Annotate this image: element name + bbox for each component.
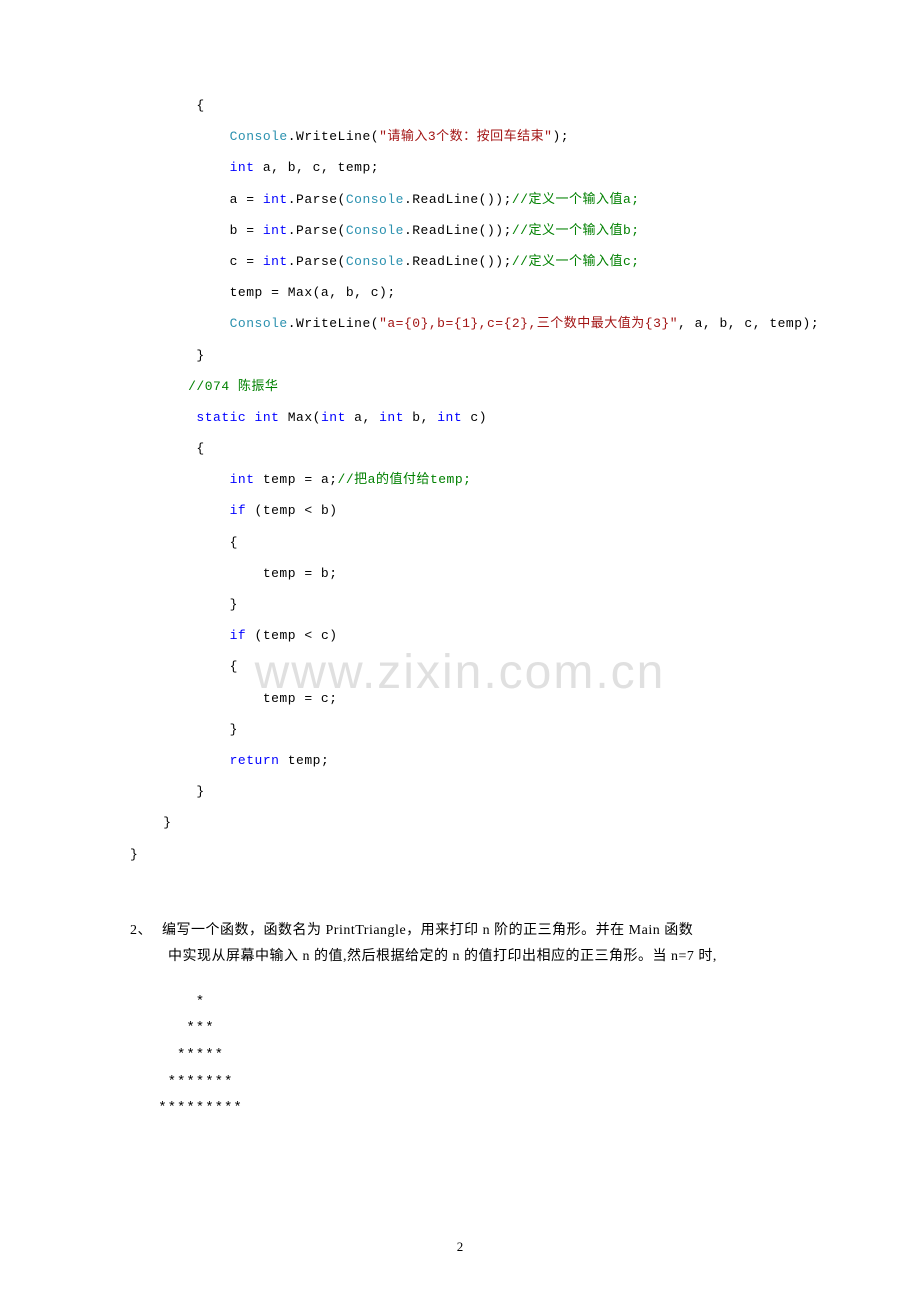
code-text: }: [130, 348, 205, 363]
code-text: [130, 129, 230, 144]
code-text: .WriteLine(: [288, 316, 379, 331]
code-text: c): [462, 410, 487, 425]
code-text: [130, 379, 188, 394]
code-keyword: static: [196, 410, 246, 425]
code-text: }: [130, 597, 238, 612]
code-string: "a={0},b={1},c={2},三个数中最大值为{3}": [379, 316, 678, 331]
code-text: (temp < b): [246, 503, 337, 518]
code-block: { Console.WriteLine("请输入3个数：按回车结束"); int…: [130, 90, 790, 870]
code-comment: //定义一个输入值a;: [512, 192, 640, 207]
code-text: [246, 410, 254, 425]
code-text: }: [130, 847, 138, 862]
code-keyword: if: [230, 628, 247, 643]
code-text: {: [130, 659, 238, 674]
page-number: 2: [457, 1231, 464, 1262]
code-keyword: int: [437, 410, 462, 425]
code-keyword: if: [230, 503, 247, 518]
triangle-row: ***: [130, 1020, 215, 1036]
code-keyword: int: [255, 410, 280, 425]
code-text: }: [130, 722, 238, 737]
code-text: .Parse(: [288, 254, 346, 269]
question-block: 2、编写一个函数，函数名为 PrintTriangle，用来打印 n 阶的正三角…: [130, 918, 790, 971]
code-comment: //定义一个输入值b;: [512, 223, 640, 238]
code-keyword: int: [321, 410, 346, 425]
code-class: Console: [346, 254, 404, 269]
code-text: [130, 316, 230, 331]
code-text: .ReadLine());: [404, 254, 512, 269]
code-keyword: return: [230, 753, 280, 768]
code-keyword: int: [263, 223, 288, 238]
code-comment: //把a的值付给temp;: [338, 472, 472, 487]
code-keyword: int: [379, 410, 404, 425]
triangle-row: *******: [130, 1074, 233, 1090]
code-class: Console: [230, 129, 288, 144]
code-text: temp = b;: [130, 566, 338, 581]
code-text: .WriteLine(: [288, 129, 379, 144]
code-text: .Parse(: [288, 192, 346, 207]
code-text: [130, 628, 230, 643]
code-text: a,: [346, 410, 379, 425]
code-text: a, b, c, temp;: [255, 160, 380, 175]
code-text: temp = c;: [130, 691, 338, 706]
code-text: .Parse(: [288, 223, 346, 238]
code-class: Console: [346, 192, 404, 207]
code-keyword: int: [230, 472, 255, 487]
question-text-line1: 编写一个函数，函数名为 PrintTriangle，用来打印 n 阶的正三角形。…: [162, 923, 693, 938]
code-text: b,: [404, 410, 437, 425]
code-text: [130, 503, 230, 518]
code-text: temp;: [279, 753, 329, 768]
code-text: [130, 160, 230, 175]
code-text: temp = Max(a, b, c);: [130, 285, 396, 300]
question-number: 2、: [130, 918, 162, 945]
code-text: .ReadLine());: [404, 192, 512, 207]
code-text: temp = a;: [255, 472, 338, 487]
code-text: a =: [130, 192, 263, 207]
code-text: [130, 410, 196, 425]
code-text: , a, b, c, temp);: [678, 316, 819, 331]
code-keyword: int: [263, 254, 288, 269]
code-comment: //074 陈振华: [188, 379, 278, 394]
code-text: {: [130, 535, 238, 550]
triangle-row: *****: [130, 1047, 224, 1063]
triangle-row: *: [130, 994, 205, 1010]
question-text-line2: 中实现从屏幕中输入 n 的值,然后根据给定的 n 的值打印出相应的正三角形。当 …: [130, 944, 790, 971]
code-class: Console: [230, 316, 288, 331]
code-text: [130, 753, 230, 768]
code-text: }: [130, 815, 172, 830]
triangle-output: * *** ***** ******* *********: [130, 989, 790, 1122]
code-text: (temp < c): [246, 628, 337, 643]
code-keyword: int: [263, 192, 288, 207]
code-text: );: [552, 129, 569, 144]
triangle-row: *********: [130, 1100, 243, 1116]
code-text: Max(: [279, 410, 321, 425]
code-class: Console: [346, 223, 404, 238]
code-text: .ReadLine());: [404, 223, 512, 238]
code-text: c =: [130, 254, 263, 269]
page-content: { Console.WriteLine("请输入3个数：按回车结束"); int…: [130, 90, 790, 1122]
code-text: {: [130, 98, 205, 113]
code-text: b =: [130, 223, 263, 238]
code-string: "请输入3个数：按回车结束": [379, 129, 552, 144]
code-text: }: [130, 784, 205, 799]
code-comment: //定义一个输入值c;: [512, 254, 640, 269]
code-text: {: [130, 441, 205, 456]
code-text: [130, 472, 230, 487]
code-keyword: int: [230, 160, 255, 175]
